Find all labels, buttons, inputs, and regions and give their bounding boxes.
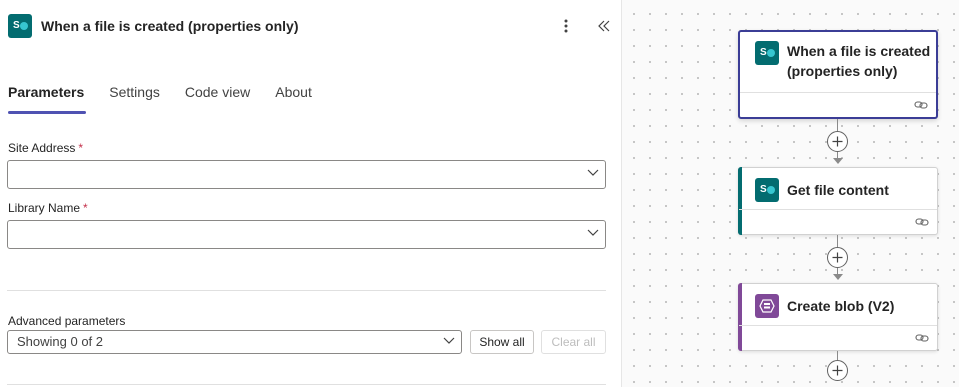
properties-panel: S When a file is created (properties onl… (0, 0, 622, 387)
clear-all-button[interactable]: Clear all (541, 330, 606, 354)
create-blob-card[interactable]: Create blob (V2) (738, 283, 938, 351)
tab-settings[interactable]: Settings (109, 82, 160, 114)
get-file-content-card[interactable]: S Get file content (738, 167, 938, 235)
advanced-parameters-label: Advanced parameters (8, 314, 126, 328)
azure-blob-icon (755, 294, 779, 318)
card-title: Get file content (787, 182, 889, 198)
divider (7, 384, 606, 385)
chevron-down-icon (587, 169, 599, 179)
advanced-parameters-dropdown[interactable]: Showing 0 of 2 (7, 330, 462, 354)
required-mark: * (78, 141, 84, 155)
collapse-panel-button[interactable] (592, 12, 616, 40)
card-title-line1: When a file is created (787, 43, 931, 59)
panel-header: S When a file is created (properties onl… (8, 12, 614, 40)
add-step-button[interactable] (827, 360, 848, 381)
tab-list: Parameters Settings Code view About (8, 82, 337, 114)
advanced-parameters-value: Showing 0 of 2 (17, 334, 104, 349)
panel-title: When a file is created (properties only) (41, 18, 299, 34)
card-accent-bar (738, 167, 742, 235)
sharepoint-icon: S (755, 178, 779, 202)
link-icon (915, 217, 929, 227)
tab-about[interactable]: About (275, 82, 312, 114)
link-icon (915, 333, 929, 343)
library-name-label: Library Name * (8, 201, 88, 215)
flow-canvas[interactable]: S When a file is created (properties onl… (622, 0, 959, 387)
plus-icon (832, 365, 843, 376)
library-name-label-text: Library Name (8, 201, 81, 215)
library-name-dropdown[interactable] (7, 220, 606, 249)
card-title-line2: (properties only) (787, 63, 898, 79)
arrow-down-icon (833, 274, 843, 280)
trigger-card[interactable]: S When a file is created (properties onl… (738, 30, 938, 119)
sharepoint-icon: S (755, 41, 779, 65)
link-icon (914, 100, 928, 110)
plus-icon (832, 252, 843, 263)
more-options-button[interactable] (554, 12, 578, 40)
arrow-down-icon (833, 158, 843, 164)
connector-line (837, 119, 838, 131)
divider (7, 290, 606, 291)
chevron-down-icon (443, 337, 455, 347)
sharepoint-icon: S (8, 14, 32, 38)
card-footer-divider (739, 325, 937, 326)
card-footer-divider (740, 92, 936, 93)
card-title: Create blob (V2) (787, 298, 895, 314)
tab-parameters[interactable]: Parameters (8, 82, 87, 114)
card-title: When a file is created (properties only) (787, 41, 930, 81)
add-step-button[interactable] (827, 247, 848, 268)
show-all-button[interactable]: Show all (470, 330, 534, 354)
site-address-label: Site Address * (8, 141, 83, 155)
required-mark: * (83, 201, 88, 215)
chevron-down-icon (587, 229, 599, 239)
site-address-label-text: Site Address (8, 141, 76, 155)
more-vertical-icon (564, 19, 568, 33)
site-address-dropdown[interactable] (7, 160, 606, 189)
connector-line (837, 235, 838, 247)
double-chevron-left-icon (598, 20, 610, 32)
card-accent-bar (738, 283, 742, 351)
plus-icon (832, 136, 843, 147)
add-step-button[interactable] (827, 131, 848, 152)
card-footer-divider (739, 209, 937, 210)
tab-code-view[interactable]: Code view (185, 82, 250, 114)
connector-line (837, 351, 838, 360)
